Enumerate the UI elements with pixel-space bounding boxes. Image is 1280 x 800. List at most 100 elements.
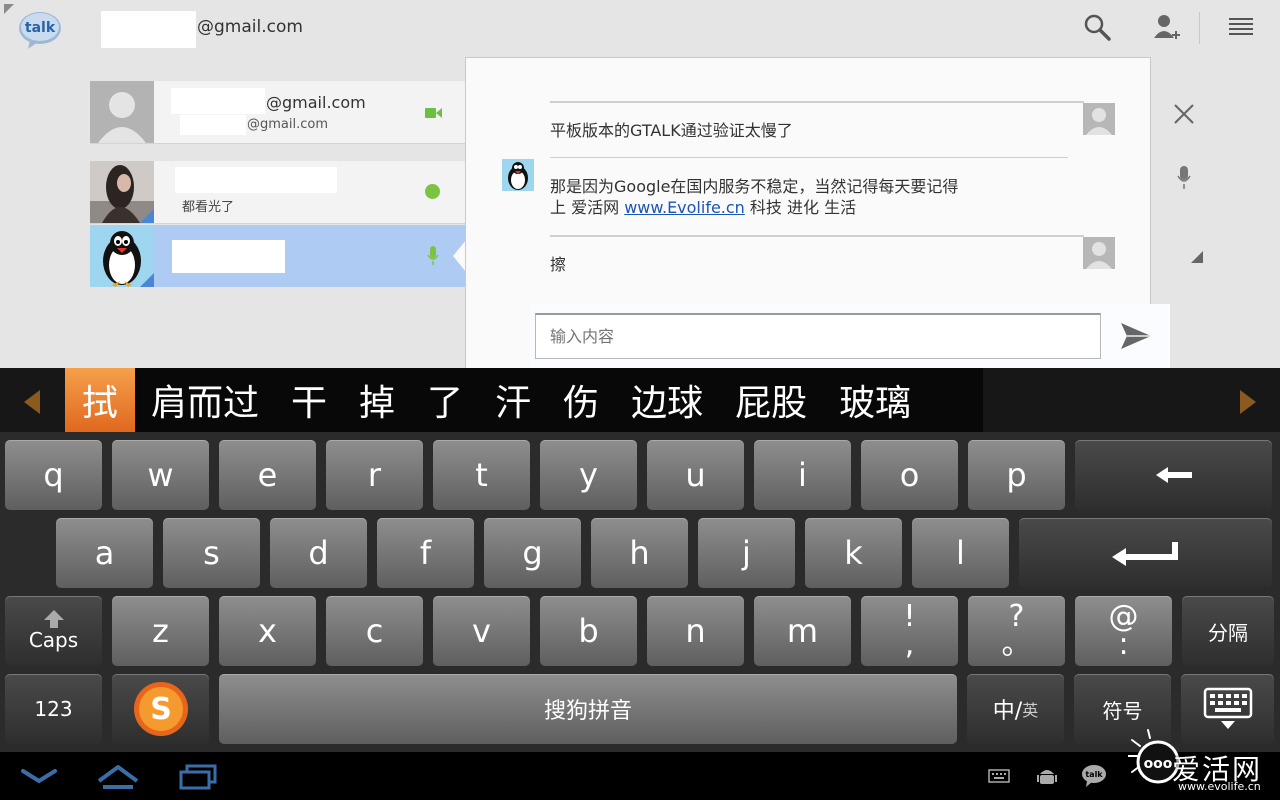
key-bottom-char: : bbox=[1118, 627, 1129, 662]
key-b[interactable]: b bbox=[540, 596, 637, 666]
key-g[interactable]: g bbox=[484, 518, 581, 588]
contact-subtitle: @gmail.com bbox=[247, 117, 329, 132]
key-l[interactable]: l bbox=[912, 518, 1009, 588]
numbers-label: 123 bbox=[34, 697, 73, 721]
space-key[interactable]: 搜狗拼音 bbox=[219, 674, 957, 744]
menu-icon[interactable] bbox=[1226, 12, 1256, 42]
key-y[interactable]: y bbox=[540, 440, 637, 510]
voice-status-icon bbox=[427, 246, 439, 270]
key-o[interactable]: o bbox=[861, 440, 958, 510]
expand-corner-icon[interactable] bbox=[1190, 250, 1204, 264]
message-input[interactable] bbox=[535, 313, 1101, 359]
key-question-period[interactable]: ? 。 bbox=[968, 596, 1065, 666]
symbols-label: 符号 bbox=[1102, 698, 1143, 723]
key-k[interactable]: k bbox=[805, 518, 902, 588]
candidate-next-icon[interactable] bbox=[1240, 390, 1256, 414]
candidate-prev-icon[interactable] bbox=[24, 390, 40, 414]
key-w[interactable]: w bbox=[112, 440, 209, 510]
key-r[interactable]: r bbox=[326, 440, 423, 510]
language-switch-key[interactable]: 中/英 bbox=[967, 674, 1064, 744]
recent-apps-icon[interactable] bbox=[178, 764, 218, 790]
key-h[interactable]: h bbox=[591, 518, 688, 588]
message-line-suffix: 科技 进化 生活 bbox=[744, 198, 857, 217]
send-icon[interactable] bbox=[1116, 318, 1156, 354]
back-icon[interactable] bbox=[20, 764, 58, 788]
candidate-item[interactable]: 玻璃 bbox=[823, 368, 927, 432]
candidate-item[interactable]: 掉 bbox=[343, 368, 411, 432]
caps-key[interactable]: Caps bbox=[5, 596, 102, 666]
search-icon[interactable] bbox=[1082, 12, 1112, 42]
lang-main-label: 中/ bbox=[992, 699, 1023, 724]
svg-text:S: S bbox=[150, 692, 172, 727]
numbers-key[interactable]: 123 bbox=[5, 674, 102, 744]
candidate-item[interactable]: 屁股 bbox=[719, 368, 823, 432]
add-contact-icon[interactable] bbox=[1152, 12, 1182, 42]
separator-key[interactable]: 分隔 bbox=[1182, 596, 1274, 666]
candidate-item[interactable]: 干 bbox=[275, 368, 343, 432]
candidate-item[interactable]: 肩而过 bbox=[135, 368, 275, 432]
penguin-avatar bbox=[502, 159, 534, 191]
enter-icon bbox=[1111, 542, 1178, 566]
default-avatar-icon bbox=[90, 81, 154, 143]
evolife-link[interactable]: www.Evolife.cn bbox=[624, 198, 745, 217]
contact-subtitle-redacted bbox=[180, 115, 246, 135]
divider bbox=[90, 223, 470, 224]
key-j[interactable]: j bbox=[698, 518, 795, 588]
shift-up-icon bbox=[43, 610, 64, 628]
message-divider bbox=[550, 235, 1084, 237]
contact-item[interactable]: 都看光了 bbox=[90, 161, 470, 223]
close-icon[interactable] bbox=[1170, 100, 1198, 128]
key-s[interactable]: s bbox=[163, 518, 260, 588]
contact-item-selected[interactable] bbox=[90, 225, 470, 287]
candidate-item[interactable]: 边球 bbox=[615, 368, 719, 432]
enter-key[interactable] bbox=[1019, 518, 1272, 588]
keyboard-status-icon bbox=[988, 768, 1010, 784]
key-e[interactable]: e bbox=[219, 440, 316, 510]
key-f[interactable]: f bbox=[377, 518, 474, 588]
talk-logo-text: talk bbox=[25, 20, 56, 36]
message-text: 那是因为Google在国内服务不稳定，当然记得每天要记得 上 爱活网 www.E… bbox=[550, 176, 958, 218]
key-q[interactable]: q bbox=[5, 440, 102, 510]
corner-badge bbox=[140, 209, 154, 223]
key-x[interactable]: x bbox=[219, 596, 316, 666]
home-icon[interactable] bbox=[96, 762, 140, 792]
video-status-icon bbox=[425, 105, 443, 124]
key-a[interactable]: a bbox=[56, 518, 153, 588]
key-m[interactable]: m bbox=[754, 596, 851, 666]
talk-notification-icon: talk bbox=[1080, 763, 1108, 789]
candidate-item[interactable]: 汗 bbox=[479, 368, 547, 432]
contact-name-redacted bbox=[171, 88, 265, 114]
key-exclamation-comma[interactable]: ! , bbox=[861, 596, 958, 666]
key-c[interactable]: c bbox=[326, 596, 423, 666]
key-t[interactable]: t bbox=[433, 440, 530, 510]
candidate-item[interactable]: 伤 bbox=[547, 368, 615, 432]
svg-text:talk: talk bbox=[1085, 770, 1103, 779]
key-i[interactable]: i bbox=[754, 440, 851, 510]
key-v[interactable]: v bbox=[433, 596, 530, 666]
candidate-item[interactable]: 了 bbox=[411, 368, 479, 432]
message-line: 上 爱活网 www.Evolife.cn 科技 进化 生活 bbox=[550, 197, 958, 218]
keyboard-hide-icon bbox=[1203, 687, 1252, 729]
account-name-redacted bbox=[101, 11, 196, 48]
key-at-colon[interactable]: @ : bbox=[1075, 596, 1172, 666]
android-debug-icon bbox=[1035, 764, 1059, 788]
talk-logo[interactable]: talk bbox=[18, 10, 62, 50]
penguin-avatar bbox=[90, 225, 154, 287]
key-z[interactable]: z bbox=[112, 596, 209, 666]
key-n[interactable]: n bbox=[647, 596, 744, 666]
backspace-key[interactable] bbox=[1075, 440, 1272, 510]
talk-app: talk @gmail.com @gmail.com @gmail.com 都看… bbox=[0, 0, 1280, 368]
key-d[interactable]: d bbox=[270, 518, 367, 588]
key-u[interactable]: u bbox=[647, 440, 744, 510]
key-p[interactable]: p bbox=[968, 440, 1065, 510]
sogou-keyboard: q w e r t y u i o p a s d f g h j k l Ca… bbox=[0, 432, 1280, 752]
sogou-logo-icon: S bbox=[133, 682, 188, 736]
contact-item[interactable]: @gmail.com @gmail.com bbox=[90, 81, 470, 143]
microphone-icon[interactable] bbox=[1174, 164, 1194, 192]
sogou-logo-key[interactable]: S bbox=[112, 674, 209, 744]
candidate-item[interactable]: 拭 bbox=[65, 368, 135, 432]
account-email[interactable]: @gmail.com bbox=[197, 17, 303, 37]
contact-email: @gmail.com bbox=[266, 93, 366, 112]
default-avatar-icon bbox=[1083, 237, 1115, 269]
message-text: 平板版本的GTALK通过验证太慢了 bbox=[550, 121, 793, 140]
